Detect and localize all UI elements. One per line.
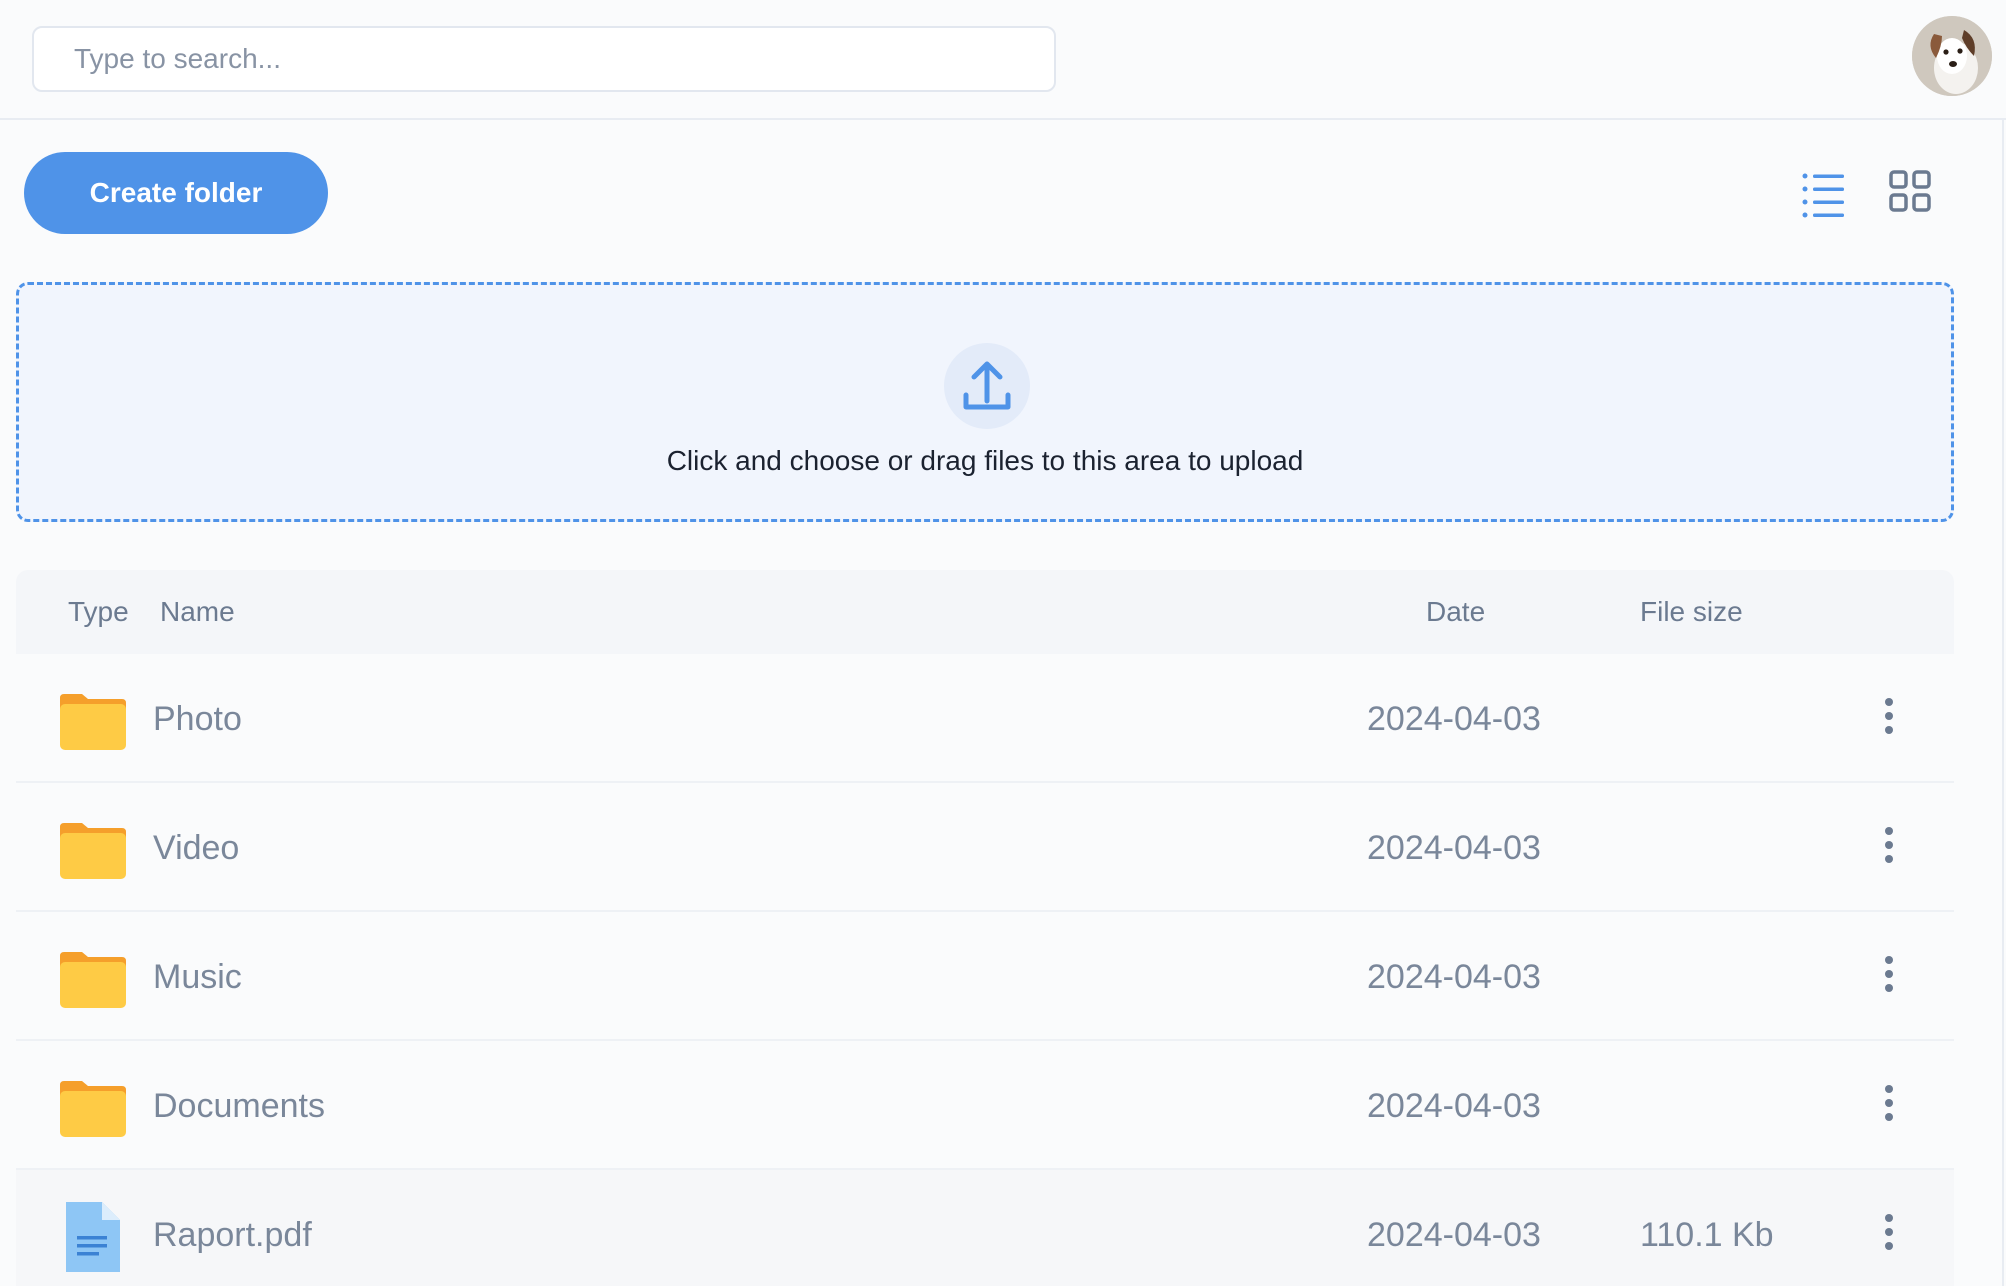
- upload-icon: [963, 361, 1011, 410]
- list-view-icon: [1802, 173, 1844, 218]
- search-input[interactable]: [32, 26, 1056, 92]
- item-name: Music: [153, 958, 242, 996]
- item-name: Video: [153, 829, 240, 867]
- table-row[interactable]: Raport.pdf 2024-04-03 110.1 Kb: [16, 1170, 1954, 1286]
- folder-icon: [58, 690, 128, 752]
- table-row[interactable]: Music 2024-04-03: [16, 912, 1954, 1041]
- item-name: Raport.pdf: [153, 1216, 312, 1254]
- item-date: 2024-04-03: [1367, 829, 1541, 867]
- item-name: Photo: [153, 700, 242, 738]
- document-icon: [58, 1202, 128, 1272]
- item-date: 2024-04-03: [1367, 1216, 1541, 1254]
- upload-icon-badge: [944, 343, 1030, 429]
- upload-instructions: Click and choose or drag files to this a…: [666, 445, 1304, 476]
- table-row[interactable]: Photo 2024-04-03: [16, 654, 1954, 783]
- item-date: 2024-04-03: [1367, 700, 1541, 738]
- column-header-name: Name: [160, 596, 235, 627]
- divider: [2002, 120, 2004, 1286]
- grid-view-button[interactable]: [1880, 164, 1940, 224]
- item-size: 110.1 Kb: [1640, 1216, 1774, 1254]
- item-date: 2024-04-03: [1367, 1087, 1541, 1125]
- folder-icon: [58, 948, 128, 1010]
- folder-icon: [58, 1077, 128, 1139]
- dog-photo: [1912, 16, 1992, 96]
- list-view-button[interactable]: [1794, 164, 1854, 224]
- create-folder-button[interactable]: Create folder: [24, 152, 328, 234]
- more-vertical-icon[interactable]: [1874, 1083, 1904, 1123]
- column-header-file-size: File size: [1640, 596, 1743, 627]
- table-row[interactable]: Video 2024-04-03: [16, 783, 1954, 912]
- more-vertical-icon[interactable]: [1874, 1212, 1904, 1252]
- folder-icon: [58, 819, 128, 881]
- upload-dropzone[interactable]: Click and choose or drag files to this a…: [16, 282, 1954, 522]
- grid-view-icon: [1889, 170, 1931, 212]
- column-header-type: Type: [68, 596, 129, 627]
- more-vertical-icon[interactable]: [1874, 696, 1904, 736]
- top-bar: [0, 0, 2006, 120]
- column-header-date: Date: [1426, 596, 1486, 627]
- more-vertical-icon[interactable]: [1874, 825, 1904, 865]
- table-header: Type Name Date File size: [16, 570, 1954, 654]
- item-name: Documents: [153, 1087, 325, 1125]
- more-vertical-icon[interactable]: [1874, 954, 1904, 994]
- file-table: Type Name Date File size Photo 2024-04-0…: [16, 570, 1954, 1286]
- table-row[interactable]: Documents 2024-04-03: [16, 1041, 1954, 1170]
- item-date: 2024-04-03: [1367, 958, 1541, 996]
- avatar[interactable]: [1912, 16, 1992, 96]
